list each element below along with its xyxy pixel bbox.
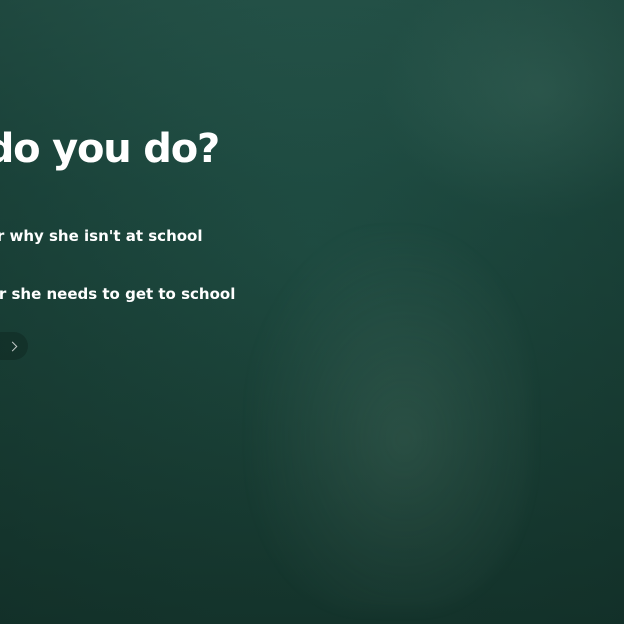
answer-option-1[interactable]: her why she isn't at school: [0, 227, 203, 245]
chevron-right-icon: [7, 341, 18, 351]
background-vignette: [0, 0, 624, 624]
next-button[interactable]: [0, 332, 28, 360]
question-title: hat do you do?: [0, 126, 220, 172]
story-scene: hat do you do? her why she isn't at scho…: [0, 0, 624, 624]
answer-option-2[interactable]: her she needs to get to school: [0, 285, 235, 303]
